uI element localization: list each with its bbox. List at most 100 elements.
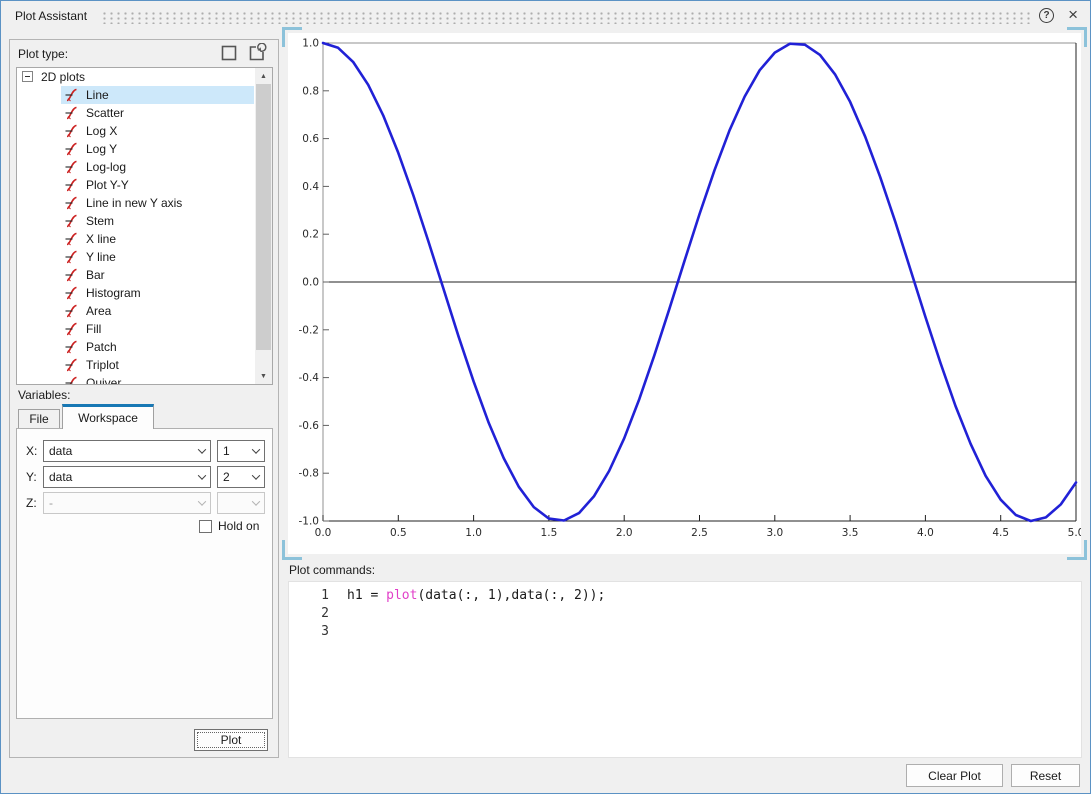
plot-glyph-icon [64, 304, 79, 318]
svg-text:2.5: 2.5 [691, 527, 708, 539]
x-axis-label: X: [26, 444, 37, 458]
x-column-combo[interactable]: 1 [217, 440, 265, 462]
plot-glyph-icon [64, 160, 79, 174]
tree-item-log-log[interactable]: Log-log [17, 158, 255, 176]
tree-scrollbar[interactable]: ▲ ▼ [255, 68, 272, 384]
plot-glyph-icon [64, 232, 79, 246]
tree-item-scatter[interactable]: Scatter [17, 104, 255, 122]
svg-text:0.8: 0.8 [302, 85, 319, 97]
clear-plot-button[interactable]: Clear Plot [906, 764, 1003, 787]
tab-workspace[interactable]: Workspace [62, 404, 154, 429]
plot-glyph-icon [64, 142, 79, 156]
tree-root-label: 2D plots [41, 70, 85, 84]
scrollbar-thumb[interactable] [256, 84, 271, 350]
y-axis-label: Y: [26, 470, 37, 484]
chevron-down-icon [247, 493, 264, 513]
tree-item-log-y[interactable]: Log Y [17, 140, 255, 158]
plot-glyph-icon [64, 214, 79, 228]
blank-square-icon [220, 44, 238, 65]
scroll-up-icon[interactable]: ▲ [255, 68, 272, 84]
tree-item-fill[interactable]: Fill [17, 320, 255, 338]
svg-text:4.5: 4.5 [992, 527, 1009, 539]
tree-item-line-in-new-y-axis[interactable]: Line in new Y axis [17, 194, 255, 212]
plot-glyph-icon [64, 250, 79, 264]
close-icon[interactable]: × [1068, 5, 1078, 25]
plot-commands-label: Plot commands: [289, 563, 375, 577]
plot-glyph-icon [64, 268, 79, 282]
code-line-3[interactable]: 3 [289, 623, 1081, 641]
tree-item-plot-y-y[interactable]: Plot Y-Y [17, 176, 255, 194]
plot-glyph-icon [64, 286, 79, 300]
x-axis-row: X: data 1 [17, 440, 272, 462]
tree-item-y-line[interactable]: Y line [17, 248, 255, 266]
z-variable-combo: - [43, 492, 211, 514]
svg-text:2.0: 2.0 [616, 527, 633, 539]
plot-glyph-icon [64, 178, 79, 192]
tree-item-line[interactable]: Line [17, 86, 255, 104]
workspace-tab-panel: X: data 1 Y: data 2 Z:- Hold on [16, 428, 273, 719]
tree-item-x-line[interactable]: X line [17, 230, 255, 248]
hold-on-label: Hold on [218, 519, 259, 533]
y-variable-combo[interactable]: data [43, 466, 211, 488]
y-column-combo[interactable]: 2 [217, 466, 265, 488]
plot-assistant-window: Plot Assistant ? × Plot type: [0, 0, 1091, 794]
z-axis-label: Z: [26, 496, 37, 510]
svg-text:-0.8: -0.8 [299, 468, 320, 480]
hold-on-checkbox[interactable] [199, 520, 212, 533]
reuse-figure-button[interactable] [246, 44, 267, 65]
plot-glyph-icon [64, 376, 79, 385]
plot-commands-editor[interactable]: 1h1 = plot(data(:, 1),data(:, 2));23 [288, 581, 1082, 758]
svg-text:-1.0: -1.0 [299, 516, 320, 528]
titlebar-drag-handle-dots[interactable] [101, 11, 1030, 24]
square-refresh-icon [247, 43, 267, 66]
svg-text:5.0: 5.0 [1068, 527, 1081, 539]
svg-text:0.2: 0.2 [302, 229, 319, 241]
svg-text:3.0: 3.0 [766, 527, 783, 539]
x-variable-combo[interactable]: data [43, 440, 211, 462]
tree-item-patch[interactable]: Patch [17, 338, 255, 356]
svg-text:-0.6: -0.6 [299, 420, 320, 432]
svg-text:3.5: 3.5 [842, 527, 859, 539]
tree-item-area[interactable]: Area [17, 302, 255, 320]
collapse-minus-icon[interactable] [22, 71, 33, 82]
help-icon[interactable]: ? [1039, 8, 1054, 23]
hold-on-option[interactable]: Hold on [199, 519, 259, 533]
plot-glyph-icon [64, 322, 79, 336]
plot-button[interactable]: Plot [194, 729, 268, 751]
code-line-2[interactable]: 2 [289, 605, 1081, 623]
svg-text:4.0: 4.0 [917, 527, 934, 539]
plot-glyph-icon [64, 358, 79, 372]
plot-glyph-icon [64, 124, 79, 138]
scroll-down-icon[interactable]: ▼ [255, 368, 272, 384]
reset-button[interactable]: Reset [1011, 764, 1080, 787]
tab-file[interactable]: File [18, 409, 60, 428]
tree-item-log-x[interactable]: Log X [17, 122, 255, 140]
tree-item-histogram[interactable]: Histogram [17, 284, 255, 302]
chevron-down-icon [247, 467, 264, 487]
svg-text:0.0: 0.0 [315, 527, 332, 539]
plot-type-tree-items: LineScatterLog XLog YLog-logPlot Y-YLine… [17, 86, 255, 385]
code-line-1[interactable]: 1h1 = plot(data(:, 1),data(:, 2)); [289, 587, 1081, 605]
plot-glyph-icon [64, 106, 79, 120]
tree-item-quiver[interactable]: Quiver [17, 374, 255, 385]
plot-canvas[interactable]: 0.00.51.01.52.02.53.03.54.04.55.01.00.80… [288, 33, 1081, 554]
svg-text:-0.2: -0.2 [299, 324, 320, 336]
svg-text:-0.4: -0.4 [299, 372, 320, 384]
new-figure-button[interactable] [218, 44, 239, 65]
plot-glyph-icon [64, 340, 79, 354]
plot-type-tree: 2D plots LineScatterLog XLog YLog-logPlo… [16, 67, 273, 385]
svg-text:0.0: 0.0 [302, 277, 319, 289]
z-column-combo [217, 492, 265, 514]
z-axis-row: Z:- [17, 492, 272, 514]
tree-item-stem[interactable]: Stem [17, 212, 255, 230]
plot-glyph-icon [64, 88, 79, 102]
chevron-down-icon [193, 493, 210, 513]
titlebar[interactable]: Plot Assistant ? × [1, 1, 1090, 31]
chevron-down-icon [247, 441, 264, 461]
tree-root-2d-plots[interactable]: 2D plots [17, 68, 255, 86]
tree-item-bar[interactable]: Bar [17, 266, 255, 284]
tree-item-triplot[interactable]: Triplot [17, 356, 255, 374]
svg-text:1.0: 1.0 [465, 527, 482, 539]
left-panel: Plot type: 2D plots LineScatter [9, 39, 279, 758]
svg-text:1.5: 1.5 [541, 527, 558, 539]
